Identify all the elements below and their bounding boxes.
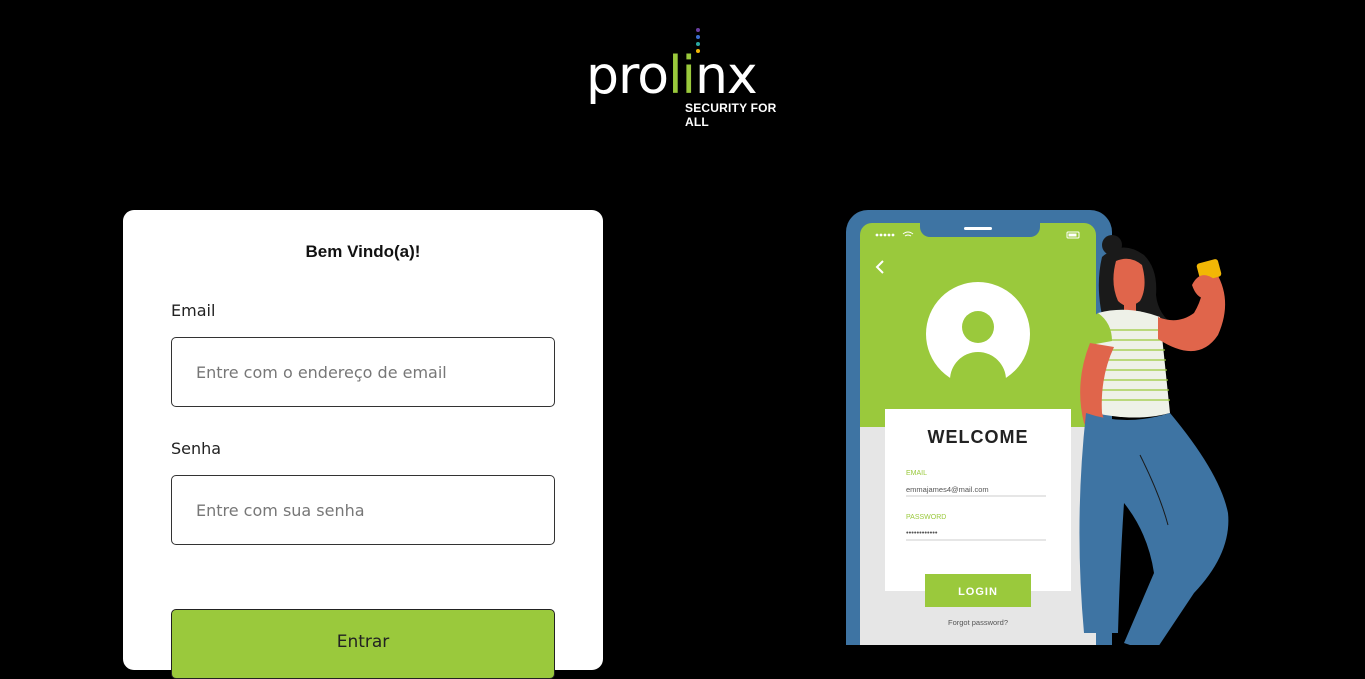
- phone-email-label: EMAIL: [906, 470, 927, 477]
- logo-dot: [696, 35, 700, 39]
- login-submit-button[interactable]: Entrar: [171, 609, 555, 679]
- battery-level: [1068, 233, 1077, 237]
- login-title: Bem Vindo(a)!: [305, 242, 421, 261]
- avatar-head: [962, 311, 994, 343]
- phone-password-label: PASSWORD: [906, 514, 946, 521]
- password-label: Senha: [171, 439, 222, 458]
- login-illustration: WELCOME EMAIL emmajames4@mail.com PASSWO…: [846, 210, 1229, 645]
- email-input[interactable]: [171, 337, 555, 407]
- phone-email-value: emmajames4@mail.com: [906, 485, 989, 494]
- woman-figure: [1079, 235, 1229, 645]
- phone-speaker: [964, 227, 992, 230]
- prolinx-logo: prolinx SECURITY FOR ALL: [586, 28, 786, 129]
- logo-tagline: SECURITY FOR ALL: [685, 101, 777, 129]
- email-label: Email: [171, 301, 216, 320]
- phone-welcome-text: WELCOME: [928, 427, 1029, 447]
- phone-login-label: LOGIN: [958, 586, 998, 598]
- logo-wordmark: prolinx: [586, 46, 758, 106]
- login-card: Bem Vindo(a)! Email Senha Entrar: [123, 210, 603, 679]
- phone-forgot-text: Forgot password?: [948, 618, 1008, 627]
- password-input[interactable]: [171, 475, 555, 545]
- logo-dot: [696, 28, 700, 32]
- phone-password-value: ••••••••••••: [906, 528, 938, 537]
